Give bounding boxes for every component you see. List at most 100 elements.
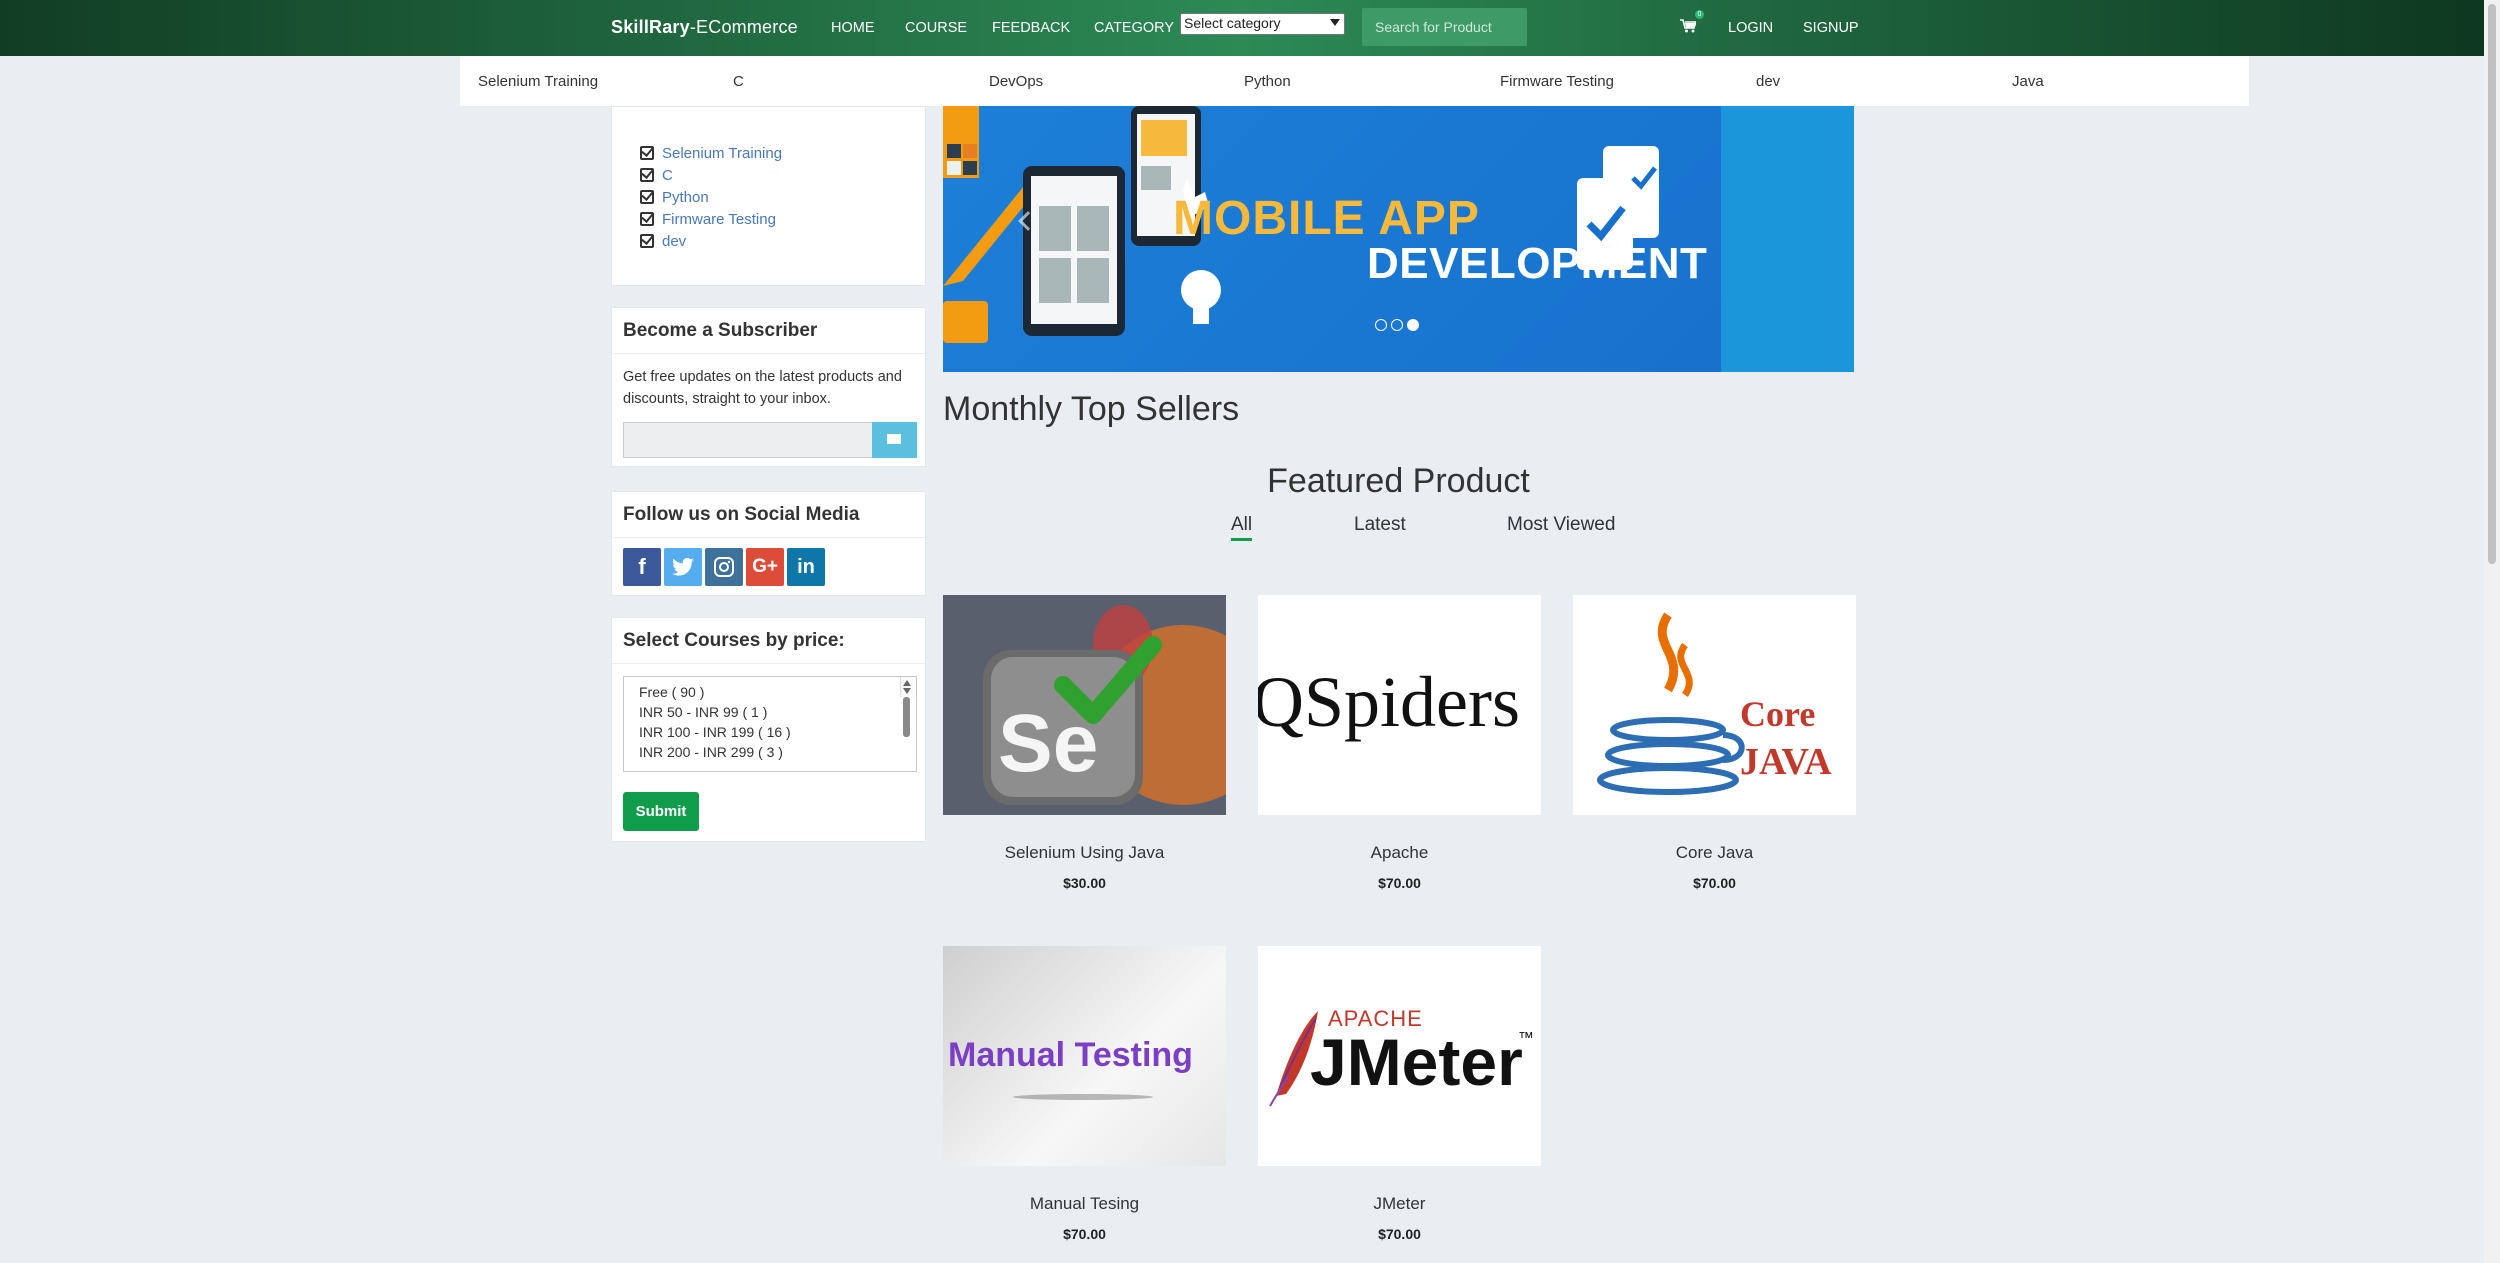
product-price: $70.00 [1378,875,1421,891]
price-listbox[interactable]: Free ( 90 ) INR 50 - INR 99 ( 1 ) INR 10… [623,676,917,772]
sidebar-item-label: Selenium Training [662,144,783,162]
next-slide-peek [1721,106,1854,372]
nav-login[interactable]: LOGIN [1728,20,1773,36]
listbox-scrollbar[interactable] [900,677,916,737]
scroll-up-icon[interactable] [903,680,911,686]
product-image-jmeter[interactable]: APACHE JMeter ™ [1258,946,1541,1166]
carousel-dot[interactable] [1391,319,1403,331]
category-link[interactable]: C [733,73,744,90]
category-select[interactable]: Select category [1180,13,1345,35]
price-option[interactable]: INR 100 - INR 199 ( 16 ) [624,722,916,742]
sidebar-item-label: C [662,166,673,184]
product-logo-text: QSpiders [1258,662,1520,742]
sidebar-item-label: Python [662,188,709,206]
brand-logo[interactable]: SkillRary-ECommerce [611,17,798,38]
subscriber-panel: Become a Subscriber Get free updates on … [611,307,926,467]
product-price: $70.00 [1378,1226,1421,1242]
sidebar-item-selenium[interactable]: Selenium Training [640,142,925,164]
sidebar-item-firmware[interactable]: Firmware Testing [640,208,925,230]
product-logo-text: Manual Testing [948,1036,1193,1074]
banner-line1: MOBILE APP [1173,192,1480,245]
price-option[interactable]: Free ( 90 ) [624,682,916,702]
checkbox-checked-icon[interactable] [640,212,654,226]
category-link[interactable]: DevOps [989,73,1043,90]
price-filter-panel: Select Courses by price: Free ( 90 ) INR… [611,617,926,842]
product-price: $70.00 [1693,875,1736,891]
scroll-thumb[interactable] [903,697,910,737]
nav-category[interactable]: CATEGORY [1094,20,1174,36]
page-scroll-thumb[interactable] [2488,4,2496,564]
nav-signup[interactable]: SIGNUP [1803,20,1859,36]
product-image-selenium[interactable]: Se [943,595,1226,815]
category-link[interactable]: Python [1244,73,1291,90]
chevron-down-icon [1330,19,1340,26]
submit-button[interactable]: Submit [623,792,699,831]
nav-course[interactable]: COURSE [905,20,967,36]
checkbox-checked-icon[interactable] [640,168,654,182]
subscribe-button[interactable] [872,422,917,458]
carousel-dot[interactable] [1375,319,1387,331]
product-price: $30.00 [1063,875,1106,891]
category-link[interactable]: Selenium Training [478,73,598,90]
checkbox-checked-icon[interactable] [640,190,654,204]
trademark-symbol: ™ [1518,1030,1534,1047]
product-name[interactable]: Selenium Using Java [943,843,1226,863]
hero-carousel[interactable]: MOBILE APP DEVELOPMENT [943,106,1854,372]
nav-home[interactable]: HOME [831,20,875,36]
instagram-icon[interactable] [705,548,743,586]
checkbox-checked-icon[interactable] [640,234,654,248]
product-name[interactable]: Manual Tesing [943,1194,1226,1214]
tab-all[interactable]: All [1231,514,1252,536]
page-scrollbar[interactable] [2484,0,2500,1263]
checkbox-checked-icon[interactable] [640,146,654,160]
product-price: $70.00 [1063,1226,1106,1242]
product-image-manual-testing[interactable]: Manual Testing [943,946,1226,1166]
sidebar-item-label: Firmware Testing [662,210,776,228]
nav-feedback[interactable]: FEEDBACK [992,20,1070,36]
price-option[interactable]: INR 50 - INR 99 ( 1 ) [624,702,916,722]
monthly-top-sellers-title: Monthly Top Sellers [943,390,1240,428]
banner-line2: DEVELOPMENT [1367,239,1708,288]
twitter-icon[interactable] [664,548,702,586]
price-filter-title: Select Courses by price: [612,618,925,664]
email-field[interactable] [623,422,873,458]
subscriber-title: Become a Subscriber [612,308,925,354]
active-tab-indicator [1231,538,1252,541]
search-input[interactable]: Search for Product [1362,8,1527,46]
social-title: Follow us on Social Media [612,492,925,538]
sidebar-item-c[interactable]: C [640,164,925,186]
cart-count-badge: 0 [1695,10,1704,19]
cart-icon[interactable] [1680,19,1698,38]
product-name[interactable]: Apache [1258,843,1541,863]
logo-shadow [1013,1094,1153,1100]
category-bar: Selenium Training C DevOps Python Firmwa… [460,56,2249,106]
subscriber-text: Get free updates on the latest products … [623,369,902,407]
tab-most-viewed[interactable]: Most Viewed [1507,514,1615,536]
scroll-down-icon[interactable] [903,688,911,694]
product-image-core-java[interactable]: Core JAVA [1573,595,1856,815]
product-name[interactable]: Core Java [1573,843,1856,863]
carousel-indicators [1375,319,1419,331]
product-image-apache[interactable]: QSpiders [1258,595,1541,815]
facebook-icon[interactable]: f [623,548,661,586]
category-link[interactable]: Firmware Testing [1500,73,1614,90]
carousel-dot-active[interactable] [1407,319,1419,331]
product-name[interactable]: JMeter [1258,1194,1541,1214]
category-link[interactable]: dev [1756,73,1780,90]
sidebar-category-list: Selenium Training C Python Firmware Test… [611,106,926,286]
tab-latest[interactable]: Latest [1354,514,1406,536]
social-panel: Follow us on Social Media f G+ in [611,491,926,596]
product-logo-text: JMeter [1310,1025,1523,1099]
category-link[interactable]: Java [2012,73,2044,90]
sidebar-item-label: dev [662,232,687,250]
google-plus-icon[interactable]: G+ [746,548,784,586]
linkedin-icon[interactable]: in [787,548,825,586]
top-navbar: SkillRary-ECommerce HOME COURSE FEEDBACK… [0,0,2484,56]
price-option[interactable]: INR 200 - INR 299 ( 3 ) [624,742,916,762]
product-logo-text: Se [998,698,1099,789]
category-select-value: Select category [1184,15,1281,31]
product-logo-text: JAVA [1740,741,1832,783]
featured-product-title: Featured Product [1267,462,1530,500]
sidebar-item-dev[interactable]: dev [640,230,925,252]
sidebar-item-python[interactable]: Python [640,186,925,208]
